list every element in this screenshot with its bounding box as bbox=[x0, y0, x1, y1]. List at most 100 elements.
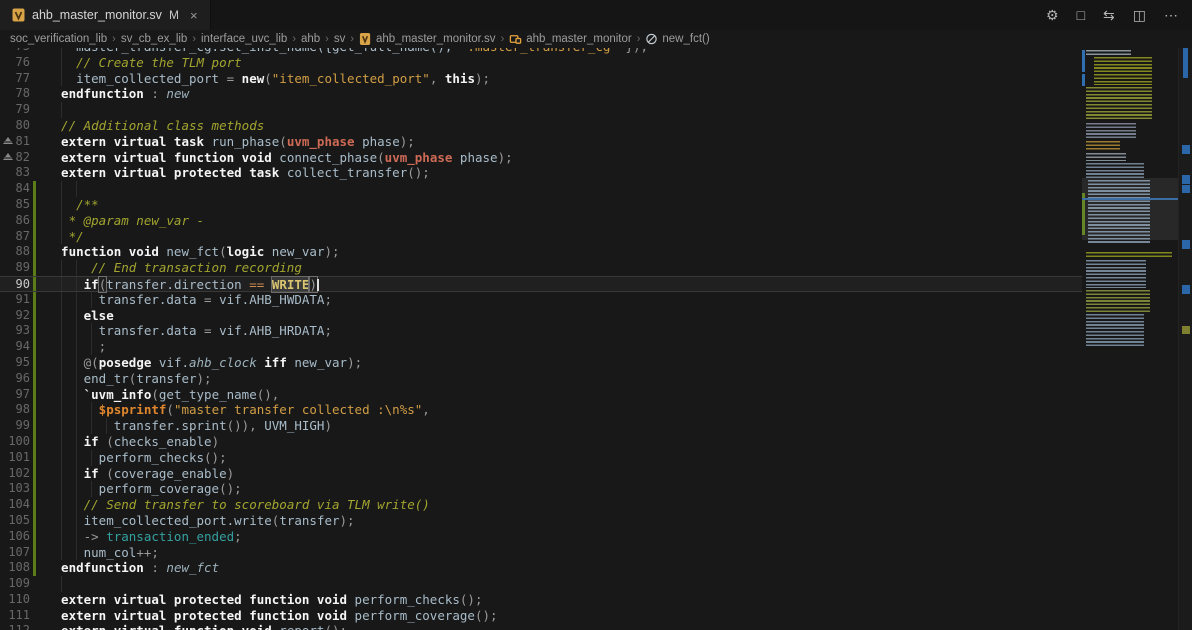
code-line[interactable]: function void new_fct(logic new_var); bbox=[46, 244, 1082, 260]
code-line[interactable]: num_col++; bbox=[46, 545, 1082, 561]
code-line[interactable]: extern virtual task run_phase(uvm_phase … bbox=[46, 134, 1082, 150]
code-line[interactable]: transfer.data = vif.AHB_HRDATA; bbox=[46, 323, 1082, 339]
minimap[interactable] bbox=[1082, 48, 1178, 630]
code-editor[interactable]: 75 master_transfer_cg.set_inst_name({get_… bbox=[0, 48, 1082, 630]
line-number[interactable]: 92 bbox=[0, 308, 30, 324]
line-number[interactable]: 77 bbox=[0, 71, 30, 87]
close-icon[interactable]: × bbox=[190, 8, 198, 23]
code-line[interactable]: if(transfer.direction == WRITE) bbox=[46, 277, 1082, 291]
line-number[interactable]: 96 bbox=[0, 371, 30, 387]
split-editor-icon[interactable]: ◫ bbox=[1133, 8, 1146, 22]
code-line[interactable]: if (checks_enable) bbox=[46, 434, 1082, 450]
line-number[interactable]: 100 bbox=[0, 434, 30, 450]
breadcrumb-item-interface_uvc_lib[interactable]: interface_uvc_lib bbox=[201, 33, 287, 45]
token-id: report bbox=[279, 623, 324, 630]
line-number[interactable]: 109 bbox=[0, 576, 30, 592]
line-number[interactable]: 97 bbox=[0, 387, 30, 403]
breadcrumb-item-sv_cb_ex_lib[interactable]: sv_cb_ex_lib bbox=[121, 33, 187, 45]
code-line[interactable] bbox=[46, 576, 1082, 592]
open-changes-icon[interactable]: ⇆ bbox=[1103, 8, 1115, 22]
breadcrumb-item-ahb_master_monitor[interactable]: ahb_master_monitor bbox=[509, 32, 631, 46]
line-number[interactable]: 105 bbox=[0, 513, 30, 529]
code-line[interactable]: // Additional class methods bbox=[46, 118, 1082, 134]
breadcrumb-item-ahb[interactable]: ahb bbox=[301, 33, 320, 45]
line-number[interactable]: 84 bbox=[0, 181, 30, 197]
line-number[interactable]: 102 bbox=[0, 466, 30, 482]
code-line[interactable]: $psprintf("master transfer collected :\n… bbox=[46, 402, 1082, 418]
code-line[interactable]: item_collected_port = new("item_collecte… bbox=[46, 71, 1082, 87]
code-line[interactable]: extern virtual protected function void p… bbox=[46, 608, 1082, 624]
line-number[interactable]: 80 bbox=[0, 118, 30, 134]
line-number[interactable]: 111 bbox=[0, 608, 30, 624]
line-number[interactable]: 93 bbox=[0, 323, 30, 339]
line-number[interactable]: 108 bbox=[0, 560, 30, 576]
code-line[interactable]: /** bbox=[46, 197, 1082, 213]
code-line[interactable]: transfer.sprint()), UVM_HIGH) bbox=[46, 418, 1082, 434]
code-line[interactable]: * @param new_var - bbox=[46, 213, 1082, 229]
code-line[interactable]: endfunction : new bbox=[46, 86, 1082, 102]
code-line[interactable]: else bbox=[46, 308, 1082, 324]
line-number[interactable]: 75 bbox=[0, 48, 30, 55]
line-number[interactable]: 94 bbox=[0, 339, 30, 355]
more-actions-icon[interactable]: ⋯ bbox=[1164, 8, 1178, 22]
line-number[interactable]: 87 bbox=[0, 229, 30, 245]
token-mac: `uvm_info bbox=[84, 387, 152, 402]
breadcrumb-item-ahb_master_monitor.sv[interactable]: ahb_master_monitor.sv bbox=[359, 32, 496, 46]
code-line[interactable]: if (coverage_enable) bbox=[46, 466, 1082, 482]
line-number[interactable]: 89 bbox=[0, 260, 30, 276]
code-line[interactable]: extern virtual function void connect_pha… bbox=[46, 150, 1082, 166]
code-line[interactable]: endfunction : new_fct bbox=[46, 560, 1082, 576]
line-number[interactable]: 88 bbox=[0, 244, 30, 260]
breadcrumb-separator: › bbox=[637, 33, 641, 45]
line-number[interactable]: 86 bbox=[0, 213, 30, 229]
code-line[interactable]: // End transaction recording bbox=[46, 260, 1082, 276]
line-number[interactable]: 83 bbox=[0, 165, 30, 181]
code-line[interactable]: perform_coverage(); bbox=[46, 481, 1082, 497]
code-line[interactable] bbox=[46, 181, 1082, 197]
open-preview-icon[interactable]: □ bbox=[1077, 8, 1085, 22]
code-line[interactable]: ; bbox=[46, 339, 1082, 355]
code-line[interactable] bbox=[46, 102, 1082, 118]
code-line[interactable]: */ bbox=[46, 229, 1082, 245]
line-number[interactable]: 110 bbox=[0, 592, 30, 608]
code-line[interactable]: item_collected_port.write(transfer); bbox=[46, 513, 1082, 529]
line-number[interactable]: 91 bbox=[0, 292, 30, 308]
tab-ahb-master-monitor[interactable]: ahb_master_monitor.sv M × bbox=[0, 0, 211, 30]
token-pn: ; bbox=[99, 339, 107, 354]
line-number[interactable]: 98 bbox=[0, 402, 30, 418]
settings-gear-icon[interactable]: ⚙ bbox=[1046, 8, 1059, 22]
token-id: transfer.data bbox=[99, 323, 197, 338]
code-line[interactable]: extern virtual protected function void p… bbox=[46, 592, 1082, 608]
code-line[interactable]: `uvm_info(get_type_name(), bbox=[46, 387, 1082, 403]
gutter-marker-icon[interactable] bbox=[3, 137, 13, 144]
code-line[interactable]: // Send transfer to scoreboard via TLM w… bbox=[46, 497, 1082, 513]
line-number[interactable]: 79 bbox=[0, 102, 30, 118]
code-line[interactable]: extern virtual protected task collect_tr… bbox=[46, 165, 1082, 181]
code-line[interactable]: @(posedge vif.ahb_clock iff new_var); bbox=[46, 355, 1082, 371]
code-line[interactable]: -> transaction_ended; bbox=[46, 529, 1082, 545]
line-number[interactable]: 76 bbox=[0, 55, 30, 71]
code-line[interactable]: perform_checks(); bbox=[46, 450, 1082, 466]
overview-ruler[interactable] bbox=[1178, 48, 1192, 630]
line-number[interactable]: 85 bbox=[0, 197, 30, 213]
code-line[interactable]: end_tr(transfer); bbox=[46, 371, 1082, 387]
line-number[interactable]: 90 bbox=[0, 277, 30, 291]
code-line[interactable]: extern virtual function void report(); bbox=[46, 623, 1082, 630]
minimap-slider[interactable] bbox=[1082, 178, 1178, 240]
line-number[interactable]: 103 bbox=[0, 481, 30, 497]
gutter-marker-icon[interactable] bbox=[3, 153, 13, 160]
breadcrumb-item-sv[interactable]: sv bbox=[334, 33, 346, 45]
code-line[interactable]: master_transfer_cg.set_inst_name({get_fu… bbox=[46, 48, 1082, 55]
line-number[interactable]: 112 bbox=[0, 623, 30, 630]
line-number[interactable]: 104 bbox=[0, 497, 30, 513]
line-number[interactable]: 78 bbox=[0, 86, 30, 102]
line-number[interactable]: 95 bbox=[0, 355, 30, 371]
line-number[interactable]: 101 bbox=[0, 450, 30, 466]
code-line[interactable]: transfer.data = vif.AHB_HWDATA; bbox=[46, 292, 1082, 308]
line-number[interactable]: 106 bbox=[0, 529, 30, 545]
breadcrumb-item-new_fct[interactable]: new_fct() bbox=[645, 32, 709, 46]
code-line[interactable]: // Create the TLM port bbox=[46, 55, 1082, 71]
line-number[interactable]: 99 bbox=[0, 418, 30, 434]
line-number[interactable]: 107 bbox=[0, 545, 30, 561]
breadcrumb-item-soc_verification_lib[interactable]: soc_verification_lib bbox=[10, 33, 107, 45]
